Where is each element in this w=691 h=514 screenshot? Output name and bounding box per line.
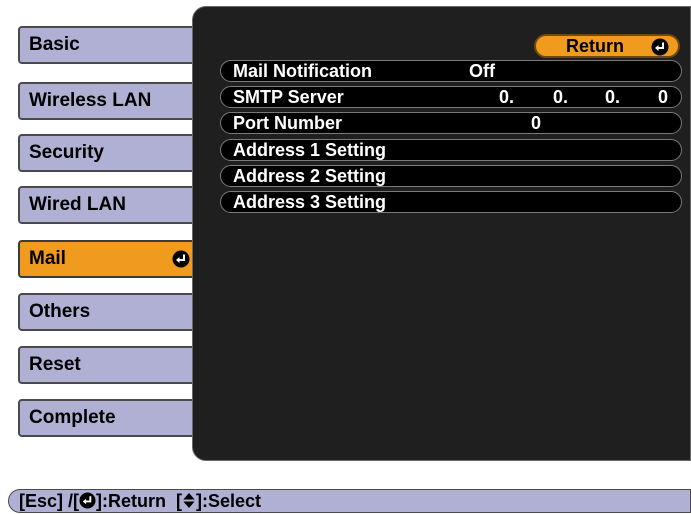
setting-label: Mail Notification — [233, 61, 372, 81]
setting-row-address-1[interactable]: Address 1 Setting — [220, 139, 682, 161]
menu-item-wired-lan[interactable]: Wired LAN — [18, 186, 198, 224]
setting-row-smtp-server[interactable]: SMTP Server 0. 0. 0. 0 — [220, 86, 682, 108]
setting-row-address-3[interactable]: Address 3 Setting — [220, 191, 682, 213]
setting-value: Off — [469, 61, 495, 81]
return-button-label: Return — [566, 36, 624, 56]
menu-item-basic[interactable]: Basic — [18, 26, 198, 64]
help-return-text: ]:Return — [96, 491, 167, 511]
help-bar: [Esc] /[ ]:Return [ ]:Select — [8, 489, 691, 513]
menu-item-label: Complete — [29, 407, 116, 428]
up-down-arrow-icon — [183, 492, 195, 509]
menu-item-label: Wired LAN — [29, 194, 126, 215]
setting-label: SMTP Server — [233, 87, 344, 107]
network-settings-screen: Basic Wireless LAN Security Wired LAN Ma… — [0, 0, 691, 514]
menu-item-label: Wireless LAN — [29, 90, 152, 111]
menu-item-label: Basic — [29, 34, 80, 55]
menu-item-complete[interactable]: Complete — [18, 399, 198, 437]
menu-item-security[interactable]: Security — [18, 134, 198, 172]
enter-icon — [79, 492, 96, 509]
enter-icon — [651, 38, 669, 56]
ip-octet-4: 0 — [658, 87, 669, 107]
setting-label: Address 2 Setting — [233, 166, 387, 186]
setting-row-mail-notification[interactable]: Mail Notification Off — [220, 60, 682, 82]
return-button[interactable]: Return — [534, 34, 680, 58]
help-esc-text: [Esc] /[ — [19, 491, 80, 511]
enter-icon — [172, 250, 190, 268]
setting-label: Address 1 Setting — [233, 140, 387, 160]
setting-row-port-number[interactable]: Port Number 0 — [220, 112, 682, 134]
menu-item-label: Others — [29, 301, 91, 322]
setting-value: 0 — [531, 113, 542, 133]
menu-item-reset[interactable]: Reset — [18, 346, 198, 384]
menu-item-mail[interactable]: Mail — [18, 240, 198, 278]
menu-item-label: Reset — [29, 354, 81, 375]
ip-octet-2: 0. — [553, 87, 569, 107]
menu-item-label: Security — [29, 142, 104, 163]
ip-octet-1: 0. — [499, 87, 515, 107]
setting-row-address-2[interactable]: Address 2 Setting — [220, 165, 682, 187]
ip-octet-3: 0. — [605, 87, 621, 107]
help-select-text: ]:Select — [196, 491, 262, 511]
setting-label: Address 3 Setting — [233, 192, 387, 212]
menu-item-label: Mail — [29, 248, 66, 269]
setting-label: Port Number — [233, 113, 343, 133]
menu-item-wireless-lan[interactable]: Wireless LAN — [18, 82, 198, 120]
menu-item-others[interactable]: Others — [18, 293, 198, 331]
